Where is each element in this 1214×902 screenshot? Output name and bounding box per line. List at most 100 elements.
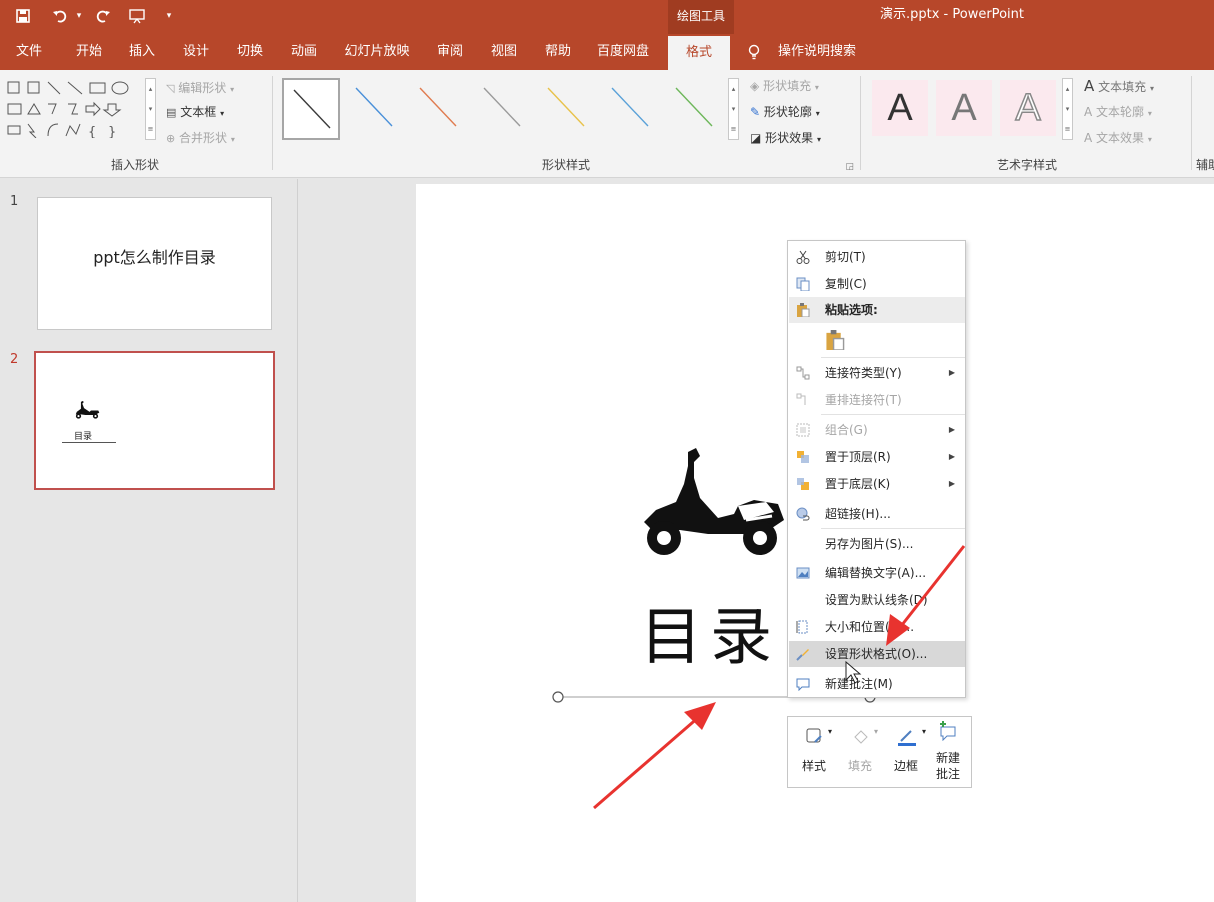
tab-view[interactable]: 视图	[480, 34, 528, 70]
undo-icon[interactable]	[48, 5, 72, 27]
menu-item-new-comment[interactable]: 新建批注(M)	[789, 671, 965, 697]
slide-thumbnails-pane: 1 ppt怎么制作目录 2 目录	[0, 179, 298, 902]
text-fill-label: 文本填充	[1098, 80, 1147, 94]
menu-item-set-default-line[interactable]: 设置为默认线条(D)	[789, 587, 965, 613]
mini-new-comment-button[interactable]: 新建 批注	[928, 717, 968, 787]
edit-shape-icon: ◹	[166, 82, 175, 95]
tell-me-label: 操作说明搜索	[778, 44, 857, 59]
shape-outline-label: 形状轮廓	[763, 105, 812, 119]
line-style-preview	[419, 87, 457, 127]
menu-separator	[821, 357, 965, 358]
group-divider	[860, 76, 861, 170]
menu-item-label: 超链接(H)...	[825, 507, 891, 521]
menu-item-edit-alt-text[interactable]: 编辑替换文字(A)...	[789, 560, 965, 586]
menu-item-save-as-picture[interactable]: 另存为图片(S)...	[789, 531, 965, 557]
undo-dropdown-icon[interactable]: ▾	[74, 5, 84, 27]
shape-gallery[interactable]: {}	[6, 78, 146, 138]
slide-1-title: ppt怎么制作目录	[93, 248, 216, 267]
shape-styles-group: ▴ ▾ ≡ ◈ 形状填充 ▾ ✎ 形状轮廓 ▾ ◪ 形状效果 ▾ 形状样式 ◲	[276, 70, 856, 176]
tab-review[interactable]: 审阅	[426, 34, 474, 70]
wordart-style-1[interactable]: A	[872, 80, 928, 136]
dialog-launcher-icon[interactable]: ◲	[845, 162, 854, 172]
mini-outline-button[interactable]: ▾ 边框	[884, 717, 928, 787]
text-fill-button[interactable]: A 文本填充 ▾	[1084, 74, 1154, 98]
submenu-arrow-icon: ▶	[948, 425, 955, 434]
reroute-icon	[796, 393, 806, 405]
tab-design[interactable]: 设计	[172, 34, 220, 70]
menu-item-format-shape[interactable]: 设置形状格式(O)...	[789, 641, 965, 667]
mini-style-button[interactable]: ▾ 样式	[792, 717, 836, 787]
menu-item-group[interactable]: 组合(G) ▶	[789, 417, 965, 443]
shape-effects-button[interactable]: ◪ 形状效果 ▾	[750, 126, 821, 150]
submenu-arrow-icon: ▶	[948, 479, 955, 488]
menu-item-size-and-position[interactable]: 大小和位置(Z)...	[789, 614, 965, 640]
slide-thumbnail-2[interactable]: 目录	[34, 351, 275, 490]
merge-shapes-label: 合并形状	[179, 131, 228, 145]
menu-item-label: 另存为图片(S)...	[825, 537, 914, 551]
menu-item-cut[interactable]: 剪切(T)	[789, 244, 965, 270]
document-title: 演示.pptx - PowerPoint	[880, 7, 1024, 22]
tab-format[interactable]: 格式	[668, 36, 730, 70]
wordart-style-2[interactable]: A	[936, 80, 992, 136]
tab-insert[interactable]: 插入	[118, 34, 166, 70]
drawing-tools-label: 绘图工具	[668, 0, 734, 34]
tab-animations[interactable]: 动画	[280, 34, 328, 70]
shape-style-scroll[interactable]: ▴ ▾ ≡	[728, 78, 739, 140]
scooter-icon[interactable]	[634, 448, 784, 558]
mini-outline-label: 边框	[893, 759, 918, 773]
bring-front-icon	[797, 451, 809, 463]
menu-item-reroute-connectors[interactable]: 重排连接符(T)	[789, 387, 965, 413]
menu-separator	[821, 414, 965, 415]
shape-gallery-scroll[interactable]: ▴ ▾ ≡	[145, 78, 156, 140]
mini-fill-button[interactable]: ▾ 填充	[838, 717, 882, 787]
customize-quick-access-icon[interactable]: ▾	[162, 5, 176, 27]
shape-style-2[interactable]	[346, 78, 404, 140]
menu-item-label: 剪切(T)	[825, 250, 866, 264]
group-divider	[272, 76, 273, 170]
text-outline-button[interactable]: A 文本轮廓 ▾	[1084, 100, 1152, 124]
menu-item-label: 粘贴选项:	[825, 303, 878, 317]
mini-new-comment-label-1: 新建	[935, 751, 960, 765]
menu-item-connector-type[interactable]: 连接符类型(Y) ▶	[789, 360, 965, 386]
tab-home[interactable]: 开始	[62, 34, 116, 70]
merge-shapes-button[interactable]: ⊕ 合并形状 ▾	[166, 126, 235, 150]
edit-shape-button[interactable]: ◹ 编辑形状 ▾	[166, 76, 234, 100]
shape-outline-button[interactable]: ✎ 形状轮廓 ▾	[750, 100, 820, 124]
tab-slideshow[interactable]: 幻灯片放映	[336, 34, 418, 70]
slide-2-line	[62, 442, 116, 443]
menu-item-send-to-back[interactable]: 置于底层(K) ▶	[789, 471, 965, 497]
svg-text:}: }	[108, 125, 116, 138]
menu-item-copy[interactable]: 复制(C)	[789, 271, 965, 297]
wordart-scroll[interactable]: ▴ ▾ ≡	[1062, 78, 1073, 140]
tab-file[interactable]: 文件	[6, 34, 52, 70]
wordart-style-3[interactable]: A	[1000, 80, 1056, 136]
paste-option-icon	[826, 330, 845, 350]
text-outline-label: 文本轮廓	[1096, 105, 1145, 119]
slide-title[interactable]: 目录	[640, 600, 780, 674]
tab-help[interactable]: 帮助	[534, 34, 582, 70]
slide-thumbnail-1[interactable]: ppt怎么制作目录	[37, 197, 272, 330]
shape-effects-label: 形状效果	[765, 131, 814, 145]
tab-baidu-netdisk[interactable]: 百度网盘	[588, 34, 658, 70]
save-icon[interactable]	[12, 5, 34, 27]
hyperlink-icon	[796, 507, 810, 521]
menu-item-bring-to-front[interactable]: 置于顶层(R) ▶	[789, 444, 965, 470]
present-icon[interactable]	[126, 5, 148, 27]
shape-style-1[interactable]	[282, 78, 340, 140]
shape-style-7[interactable]	[666, 78, 724, 140]
title-bar: ▾ ▾ 绘图工具 演示.pptx - PowerPoint	[0, 0, 1214, 34]
accessibility-group-label: 辅助	[1196, 158, 1214, 172]
shape-style-6[interactable]	[602, 78, 660, 140]
redo-icon[interactable]	[92, 5, 114, 27]
tab-transitions[interactable]: 切换	[226, 34, 274, 70]
shape-style-4[interactable]	[474, 78, 532, 140]
menu-item-paste-option-keep[interactable]	[789, 327, 965, 353]
shape-fill-button[interactable]: ◈ 形状填充 ▾	[750, 74, 819, 98]
shape-style-5[interactable]	[538, 78, 596, 140]
text-effects-button[interactable]: A 文本效果 ▾	[1084, 126, 1152, 150]
shape-style-3[interactable]	[410, 78, 468, 140]
text-box-button[interactable]: ▤ 文本框 ▾	[166, 100, 224, 124]
shape-fill-label: 形状填充	[763, 79, 812, 93]
line-style-preview	[355, 87, 393, 127]
menu-item-hyperlink[interactable]: 超链接(H)...	[789, 501, 965, 527]
